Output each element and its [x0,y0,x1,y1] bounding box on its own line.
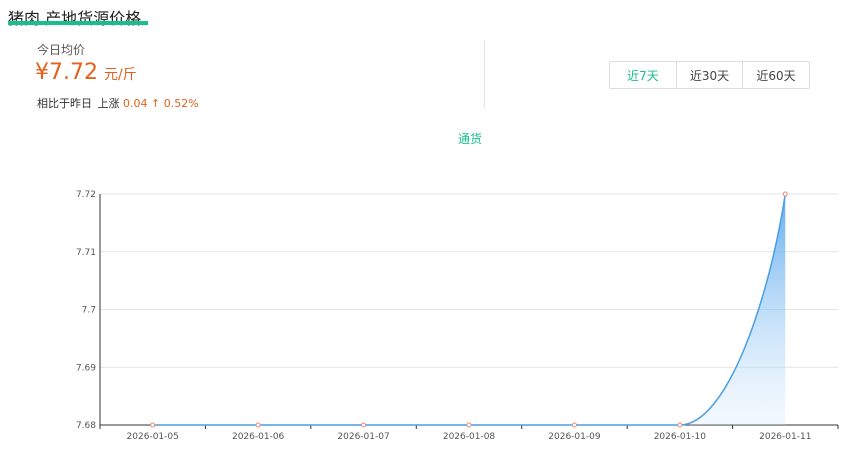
x-tick-label: 2026-01-08 [443,432,496,442]
x-tick-label: 2026-01-06 [232,432,285,442]
x-tick-label: 2026-01-05 [127,432,179,442]
x-tick-label: 2026-01-09 [548,432,601,442]
data-point [361,422,367,428]
y-tick-label: 7.69 [76,363,96,373]
price-row: ¥7.72 元/斤 [35,60,137,85]
compare-label: 相比于昨日 [37,97,92,110]
price-chart: 7.72 7.71 7.7 7.69 7.68 2026-01-05 2026-01-06 2… [76,190,839,442]
range-tabs: 近7天 近30天 近60天 [609,61,810,89]
tab-30-days[interactable]: 近30天 [677,62,743,88]
y-tick-label: 7.68 [76,421,96,431]
trend-text: 上涨 [97,97,120,110]
x-tick-label: 2026-01-11 [759,432,811,442]
y-tick-label: 7.7 [82,306,96,316]
data-point [782,191,788,197]
data-point [677,422,683,428]
tab-7-days[interactable]: 近7天 [610,62,677,88]
data-point [571,422,577,428]
data-point [255,422,261,428]
data-point [466,422,472,428]
title-underline [8,21,148,25]
legend-series[interactable]: 通货 [458,130,482,147]
price-unit: 元/斤 [103,67,137,83]
up-arrow-icon: ↑ [151,97,161,110]
y-tick-label: 7.72 [76,190,96,200]
price-value: ¥7.72 [35,60,98,85]
price-label: 今日均价 [37,43,86,57]
x-tick-label: 2026-01-07 [337,432,389,442]
x-tick-label: 2026-01-10 [654,432,707,442]
y-tick-label: 7.71 [76,248,96,258]
tab-60-days[interactable]: 近60天 [743,62,809,88]
page-title: 猪肉 产地货源价格 [8,9,142,28]
vertical-divider [484,40,485,108]
delta-value: 0.04 [123,97,148,110]
percent-change: 0.52% [163,97,199,110]
compare-row: 相比于昨日 上涨 0.04 ↑ 0.52% [37,95,199,111]
data-point [150,422,156,428]
